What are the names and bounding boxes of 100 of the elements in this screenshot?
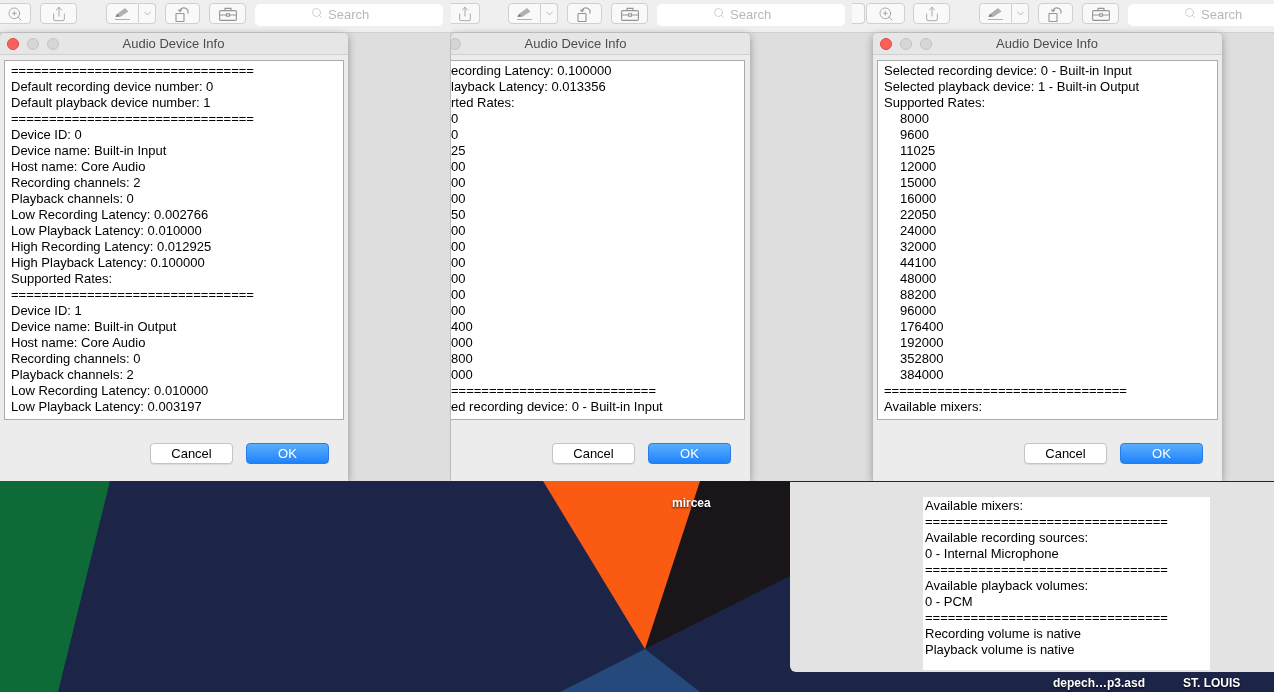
- output-line: 00: [451, 223, 466, 239]
- rate-value: 8000: [900, 111, 929, 127]
- output-line: Playback channels: 2: [11, 367, 134, 383]
- share-button[interactable]: [451, 3, 480, 24]
- window-title: Audio Device Info: [524, 35, 627, 52]
- output-line: ecording Latency: 0.100000: [451, 63, 612, 79]
- rate-value: 12000: [900, 159, 937, 175]
- output-line: Recording channels: 2: [11, 175, 141, 191]
- window-title: Audio Device Info: [996, 35, 1098, 52]
- pen-button[interactable]: [508, 3, 541, 24]
- output-line: Low Playback Latency: 0.003197: [11, 399, 202, 415]
- output-line: Low Recording Latency: 0.002766: [11, 207, 209, 223]
- rate-value: 192000: [900, 335, 944, 351]
- output-line: ed recording device: 0 - Built-in Input: [451, 399, 663, 415]
- zoom-button[interactable]: [866, 3, 905, 24]
- output-line: High Playback Latency: 0.100000: [11, 255, 205, 271]
- output-line: ================================: [925, 562, 1168, 578]
- output-line: 00: [451, 255, 466, 271]
- pen-button[interactable]: [106, 3, 139, 24]
- output-line: 00: [451, 287, 466, 303]
- toolbox-icon: [218, 6, 237, 21]
- zoom-window-button[interactable]: [920, 37, 932, 50]
- toolbox-button[interactable]: [209, 3, 246, 24]
- output-line: ===========================: [451, 383, 656, 399]
- cancel-button[interactable]: Cancel: [552, 443, 635, 464]
- search-field[interactable]: Search: [657, 3, 845, 26]
- cancel-button[interactable]: Cancel: [150, 443, 233, 464]
- output-line: Device name: Built-in Input: [11, 143, 167, 159]
- rate-value: 22050: [900, 207, 937, 223]
- pen-icon: [114, 7, 131, 20]
- output-line: Selected recording device: 0 - Built-in Input: [884, 63, 1132, 79]
- output-line: 0: [451, 127, 459, 143]
- dropdown-button[interactable]: [541, 3, 558, 24]
- output-line: Available mixers:: [925, 498, 1024, 514]
- output-line: Low Recording Latency: 0.010000: [11, 383, 209, 399]
- output-line: Host name: Core Audio: [11, 159, 146, 175]
- minimize-button[interactable]: [27, 37, 39, 50]
- rate-value: 352800: [900, 351, 944, 367]
- rotate-button[interactable]: [1038, 3, 1073, 24]
- search-field[interactable]: Search: [255, 3, 443, 26]
- close-button[interactable]: [7, 37, 19, 50]
- output-line: 00: [451, 175, 466, 191]
- output-line: 00: [451, 239, 466, 255]
- window-title: Audio Device Info: [122, 35, 225, 52]
- rotate-icon: [577, 5, 592, 22]
- toolbox-button[interactable]: [1082, 3, 1119, 24]
- output-line: High Recording Latency: 0.012925: [11, 239, 212, 255]
- rate-value: 16000: [900, 191, 937, 207]
- pen-icon: [516, 7, 533, 20]
- share-button[interactable]: [40, 3, 77, 24]
- output-line: Available recording sources:: [925, 530, 1089, 546]
- output-line: ================================: [11, 287, 254, 303]
- output-line: Supported Rates:: [11, 271, 113, 287]
- toolbar-button[interactable]: [852, 3, 865, 24]
- zoom-window-button[interactable]: [47, 37, 59, 50]
- output-line: 0 - Internal Microphone: [925, 546, 1059, 562]
- search-icon: [311, 7, 323, 19]
- output-line: Host name: Core Audio: [11, 335, 146, 351]
- rate-value: 88200: [900, 287, 937, 303]
- output-line: Device ID: 0: [11, 127, 82, 143]
- share-button[interactable]: [913, 3, 950, 24]
- output-line: 00: [451, 303, 466, 319]
- output-line: ================================: [925, 514, 1168, 530]
- pen-button[interactable]: [979, 3, 1012, 24]
- output-line: 000: [451, 335, 473, 351]
- output-line: ================================: [884, 383, 1127, 399]
- dropdown-button[interactable]: [1012, 3, 1029, 24]
- cancel-button[interactable]: Cancel: [1024, 443, 1107, 464]
- output-line: rted Rates:: [451, 95, 515, 111]
- rate-value: 176400: [900, 319, 944, 335]
- rotate-button[interactable]: [567, 3, 602, 24]
- rate-value: 44100: [900, 255, 937, 271]
- pen-icon: [987, 7, 1004, 20]
- rate-value: 48000: [900, 271, 937, 287]
- rate-value: 24000: [900, 223, 937, 239]
- zoom-in-icon: [877, 5, 894, 22]
- rotate-button[interactable]: [165, 3, 200, 24]
- output-line: Playback volume is native: [925, 642, 1075, 658]
- share-icon: [50, 5, 67, 22]
- dropdown-button[interactable]: [139, 3, 156, 24]
- output-line: 50: [451, 207, 466, 223]
- toolbox-button[interactable]: [611, 3, 648, 24]
- zoom-in-icon: [7, 5, 23, 22]
- desktop-icon-label[interactable]: depech…p3.asd: [1053, 675, 1146, 691]
- output-line: 25: [451, 143, 466, 159]
- output-line: 000: [451, 367, 473, 383]
- desktop-icon-label[interactable]: ST. LOUIS: [1183, 675, 1241, 691]
- output-line: Selected playback device: 1 - Built-in Output: [884, 79, 1140, 95]
- share-icon: [457, 5, 473, 22]
- search-field[interactable]: Search: [1128, 3, 1274, 26]
- minimize-button[interactable]: [900, 37, 912, 50]
- output-line: Available playback volumes:: [925, 578, 1089, 594]
- zoom-button[interactable]: [0, 3, 31, 24]
- toolbox-icon: [1091, 6, 1110, 21]
- rate-value: 9600: [900, 127, 929, 143]
- close-button[interactable]: [880, 37, 892, 50]
- output-line: layback Latency: 0.013356: [451, 79, 606, 95]
- output-line: ================================: [11, 63, 254, 79]
- rate-value: 32000: [900, 239, 937, 255]
- output-line: Device name: Built-in Output: [11, 319, 177, 335]
